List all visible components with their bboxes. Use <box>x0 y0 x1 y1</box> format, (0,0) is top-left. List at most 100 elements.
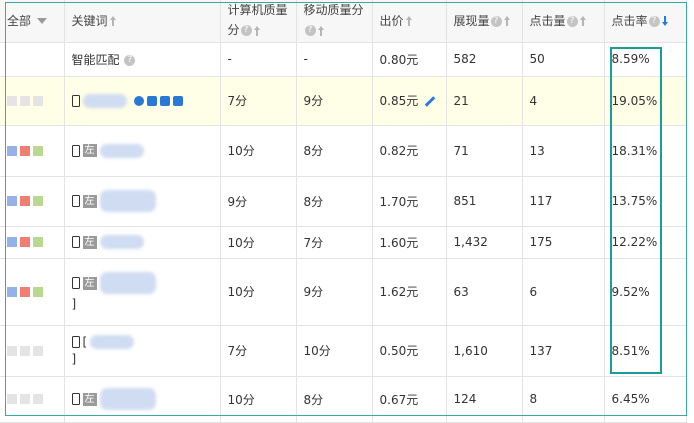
row-swatches <box>0 325 65 377</box>
all-filter[interactable]: 全部 <box>0 0 65 43</box>
blurred-keyword <box>99 190 156 212</box>
row-swatches <box>0 76 65 126</box>
status-swatch <box>7 286 17 297</box>
keyword-text: 智能匹配 <box>71 52 120 67</box>
clicks-cell: 8 <box>522 376 605 423</box>
table-row[interactable]: 7分 9分 0.85元 21 4 19.05% <box>0 76 687 126</box>
all-filter-label: 全部 <box>7 13 32 28</box>
delete-icon[interactable] <box>172 95 183 106</box>
help-icon[interactable]: ? <box>490 15 502 27</box>
phone-icon <box>71 277 80 289</box>
clicks-cell: 137 <box>522 325 605 377</box>
edit-pencil-icon[interactable] <box>424 96 436 107</box>
help-icon[interactable]: ? <box>648 15 660 27</box>
help-icon[interactable]: ? <box>240 25 252 36</box>
status-swatch <box>20 286 30 297</box>
clicks-cell: 6 <box>522 258 605 326</box>
status-swatch <box>33 237 43 247</box>
keyword-bracket: ] <box>71 297 77 311</box>
mobile-quality-cell: 8分 <box>296 125 373 177</box>
col-mobile-quality[interactable]: 移动质量分? <box>296 0 373 43</box>
bid-cell[interactable]: 1.60元 <box>372 226 447 259</box>
sort-up-icon[interactable] <box>317 25 325 36</box>
table-row[interactable]: 左] 10分 9分 1.62元 63 6 9.52% <box>0 258 687 326</box>
bid-cell[interactable]: 0.82元 <box>372 125 447 177</box>
keyword-cell: 左 <box>64 125 221 177</box>
pc-quality-cell: 7分 <box>220 325 297 377</box>
bid-cell[interactable]: 0.85元 <box>372 76 447 126</box>
bid-cell[interactable]: 1.70元 <box>372 176 447 227</box>
col-pc-quality[interactable]: 计算机质量分? <box>220 0 297 43</box>
status-swatch <box>7 196 17 206</box>
sort-up-icon[interactable] <box>579 16 587 27</box>
table-row[interactable]: 左 10分 8分 0.82元 71 13 18.31% <box>0 125 687 177</box>
impressions-cell: 851 <box>446 176 523 227</box>
col-ctr[interactable]: 点击率? <box>604 0 687 43</box>
sort-up-icon[interactable] <box>405 16 413 27</box>
col-keyword-label: 关键词 <box>71 13 108 28</box>
bid-cell[interactable]: 0.80元 <box>372 42 447 77</box>
help-icon[interactable]: ? <box>124 54 136 66</box>
pc-quality-cell: 10分 <box>220 226 297 259</box>
row-swatches <box>0 125 65 177</box>
trend-icon[interactable] <box>159 95 170 106</box>
col-mobile-quality-label: 移动质量分 <box>303 3 364 17</box>
status-swatch <box>20 237 30 247</box>
bid-cell[interactable]: 0.50元 <box>372 325 447 377</box>
ctr-cell: 6.45% <box>604 376 687 423</box>
help-icon[interactable]: ? <box>304 25 316 36</box>
impressions-cell: 63 <box>446 258 523 326</box>
position-tag: 左 <box>82 144 97 157</box>
col-bid[interactable]: 出价 <box>372 0 447 43</box>
ctr-cell: 18.31% <box>604 125 687 177</box>
phone-icon <box>71 393 80 405</box>
help-icon[interactable]: ? <box>566 15 578 27</box>
status-swatch <box>7 95 17 106</box>
sort-down-icon[interactable] <box>661 16 669 27</box>
phone-icon <box>71 195 80 207</box>
col-keyword[interactable]: 关键词 <box>64 0 221 43</box>
clicks-cell: 50 <box>522 42 605 77</box>
mobile-quality-cell: 8分 <box>296 176 373 227</box>
status-swatch <box>7 145 17 156</box>
keyword-cell: [] <box>64 325 221 377</box>
impressions-cell: 124 <box>446 376 523 423</box>
table-row[interactable]: 左 9分 8分 1.70元 851 117 13.75% <box>0 176 687 227</box>
impressions-cell: 71 <box>446 125 523 177</box>
chevron-down-icon[interactable] <box>37 18 48 25</box>
clicks-cell: 175 <box>522 226 605 259</box>
table-row-smart-match: 智能匹配 ? - - 0.80元 582 50 8.59% <box>0 42 687 77</box>
col-impressions-label: 展现量 <box>453 13 490 28</box>
bid-cell[interactable]: 0.67元 <box>372 376 447 423</box>
phone-icon <box>71 144 80 157</box>
table-row[interactable]: [] 7分 10分 0.50元 1,610 137 8.51% <box>0 325 687 377</box>
status-swatch <box>33 196 43 206</box>
table-row[interactable]: 左 10分 8分 0.67元 124 8 6.45% <box>0 376 687 423</box>
col-bid-label: 出价 <box>379 13 404 28</box>
bid-cell[interactable]: 1.62元 <box>372 258 447 326</box>
row-swatches <box>0 226 65 259</box>
mobile-quality-cell: 8分 <box>296 376 373 423</box>
blurred-keyword <box>90 335 135 349</box>
pc-quality-cell: - <box>220 42 297 77</box>
globe-icon[interactable] <box>133 95 144 106</box>
status-swatch <box>33 145 43 156</box>
impressions-cell: 1,432 <box>446 226 523 259</box>
col-impressions[interactable]: 展现量? <box>446 0 523 43</box>
status-swatch <box>20 95 30 106</box>
sort-up-icon[interactable] <box>253 25 261 36</box>
status-swatch <box>33 394 43 404</box>
row-swatches <box>0 42 65 77</box>
chart-icon[interactable] <box>146 95 157 106</box>
table-row[interactable]: 左 10分 7分 1.60元 1,432 175 12.22% <box>0 226 687 259</box>
col-clicks-label: 点击量 <box>529 13 566 28</box>
sort-up-icon[interactable] <box>503 16 511 27</box>
blurred-keyword <box>99 143 144 158</box>
position-tag: 左 <box>82 276 97 290</box>
status-swatch <box>20 394 30 404</box>
blurred-keyword <box>82 93 127 108</box>
col-clicks[interactable]: 点击量? <box>522 0 605 43</box>
mobile-quality-cell: 9分 <box>296 76 373 126</box>
sort-up-icon[interactable] <box>109 16 117 27</box>
position-tag: 左 <box>82 194 97 208</box>
